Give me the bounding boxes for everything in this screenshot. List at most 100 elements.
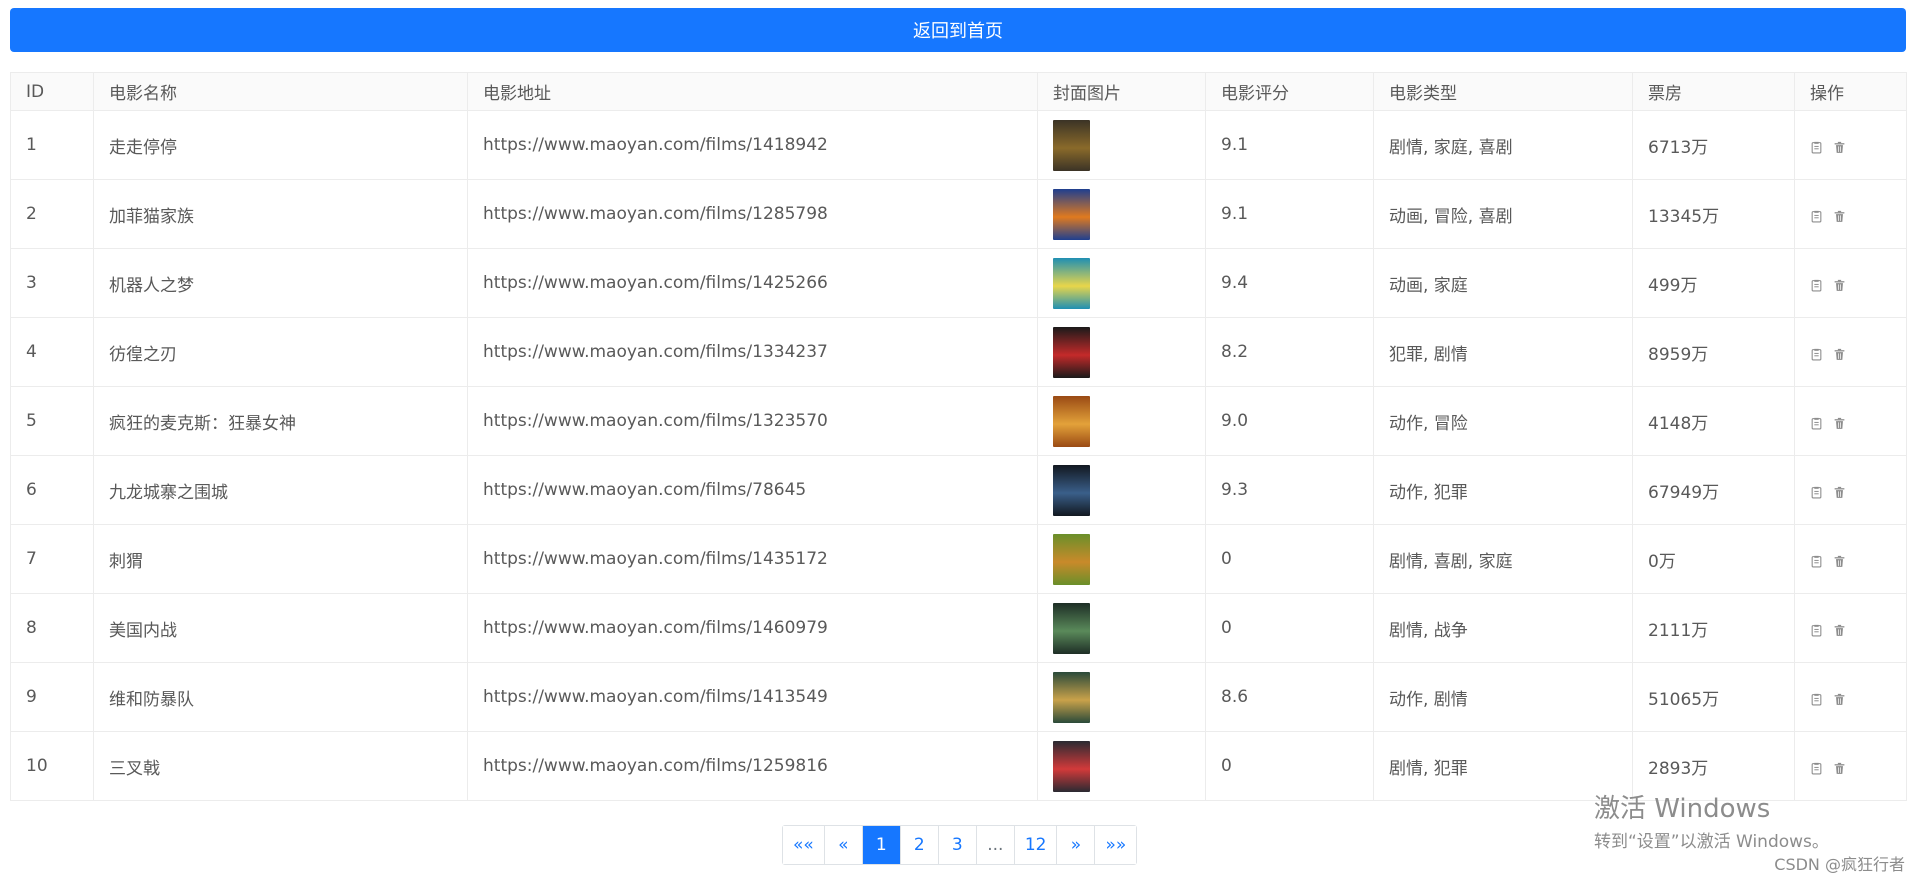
cell-movie-type: 剧情, 战争: [1373, 593, 1633, 663]
poster-image: [1053, 188, 1090, 240]
cell-movie-url: https://www.maoyan.com/films/1259816: [467, 731, 1038, 801]
delete-icon[interactable]: [1833, 346, 1846, 360]
cell-box-office: 499万: [1632, 248, 1795, 318]
poster-image: [1053, 671, 1090, 723]
header-box-office: 票房: [1632, 72, 1795, 111]
cell-score: 9.1: [1205, 110, 1374, 180]
poster-image: [1053, 533, 1090, 585]
cell-score: 9.1: [1205, 179, 1374, 249]
edit-icon[interactable]: [1810, 760, 1823, 774]
header-movie-name: 电影名称: [93, 72, 468, 111]
cell-box-office: 6713万: [1632, 110, 1795, 180]
cell-movie-type: 动作, 犯罪: [1373, 455, 1633, 525]
cell-cover: [1037, 179, 1206, 249]
cell-id: 5: [10, 386, 94, 456]
cell-cover: [1037, 386, 1206, 456]
page-3-button[interactable]: 3: [938, 826, 977, 864]
delete-icon[interactable]: [1833, 415, 1846, 429]
cell-movie-type: 动画, 家庭: [1373, 248, 1633, 318]
table-row: 6 九龙城寨之围城 https://www.maoyan.com/films/786…: [10, 455, 1907, 525]
back-to-home-button[interactable]: 返回到首页: [10, 8, 1906, 52]
cell-id: 1: [10, 110, 94, 180]
cell-id: 7: [10, 524, 94, 594]
page-12-button[interactable]: 12: [1014, 826, 1058, 864]
cell-cover: [1037, 317, 1206, 387]
cell-movie-name: 走走停停: [93, 110, 468, 180]
cell-movie-url: https://www.maoyan.com/films/1435172: [467, 524, 1038, 594]
cell-movie-url: https://www.maoyan.com/films/1418942: [467, 110, 1038, 180]
cell-movie-name: 美国内战: [93, 593, 468, 663]
poster-image: [1053, 119, 1090, 171]
cell-cover: [1037, 731, 1206, 801]
cell-score: 9.0: [1205, 386, 1374, 456]
delete-icon[interactable]: [1833, 691, 1846, 705]
delete-icon[interactable]: [1833, 277, 1846, 291]
cell-movie-type: 动作, 剧情: [1373, 662, 1633, 732]
cell-score: 8.2: [1205, 317, 1374, 387]
cell-box-office: 51065万: [1632, 662, 1795, 732]
header-id: ID: [10, 72, 94, 111]
header-actions: 操作: [1794, 72, 1907, 111]
watermark-title: 激活 Windows: [1594, 794, 1771, 824]
cell-actions: [1794, 593, 1907, 663]
delete-icon[interactable]: [1833, 760, 1846, 774]
cell-actions: [1794, 386, 1907, 456]
table-row: 2 加菲猫家族 https://www.maoyan.com/films/12857…: [10, 179, 1907, 249]
delete-icon[interactable]: [1833, 622, 1846, 636]
page-first-button[interactable]: ««: [783, 826, 825, 864]
edit-icon[interactable]: [1810, 139, 1823, 153]
cell-movie-name: 九龙城寨之围城: [93, 455, 468, 525]
edit-icon[interactable]: [1810, 484, 1823, 498]
page-next-button[interactable]: »: [1057, 826, 1096, 864]
cell-box-office: 67949万: [1632, 455, 1795, 525]
page-last-button[interactable]: »»: [1095, 826, 1137, 864]
edit-icon[interactable]: [1810, 691, 1823, 705]
edit-icon[interactable]: [1810, 346, 1823, 360]
delete-icon[interactable]: [1833, 139, 1846, 153]
poster-image: [1053, 395, 1090, 447]
edit-icon[interactable]: [1810, 415, 1823, 429]
watermark-subtitle: 转到“设置”以激活 Windows。: [1594, 832, 1829, 852]
table-header-row: ID 电影名称 电影地址 封面图片 电影评分 电影类型 票房 操作: [10, 72, 1907, 111]
cell-actions: [1794, 455, 1907, 525]
cell-cover: [1037, 662, 1206, 732]
cell-movie-type: 剧情, 喜剧, 家庭: [1373, 524, 1633, 594]
cell-id: 6: [10, 455, 94, 525]
poster-image: [1053, 740, 1090, 792]
csdn-credit: CSDN @疯狂行者: [1774, 855, 1905, 874]
page-1-button[interactable]: 1: [862, 826, 901, 864]
row-actions: [1810, 208, 1906, 222]
cell-score: 0: [1205, 593, 1374, 663]
table-row: 8 美国内战 https://www.maoyan.com/films/146097…: [10, 593, 1907, 663]
row-actions: [1810, 415, 1906, 429]
edit-icon[interactable]: [1810, 277, 1823, 291]
movie-table: ID 电影名称 电影地址 封面图片 电影评分 电影类型 票房 操作 1 走走停停 h…: [10, 72, 1907, 801]
delete-icon[interactable]: [1833, 208, 1846, 222]
cell-id: 9: [10, 662, 94, 732]
cell-movie-url: https://www.maoyan.com/films/1413549: [467, 662, 1038, 732]
cell-actions: [1794, 179, 1907, 249]
edit-icon[interactable]: [1810, 622, 1823, 636]
cell-cover: [1037, 110, 1206, 180]
page-prev-button[interactable]: «: [824, 826, 863, 864]
cell-score: 9.4: [1205, 248, 1374, 318]
delete-icon[interactable]: [1833, 553, 1846, 567]
row-actions: [1810, 277, 1906, 291]
cell-movie-type: 剧情, 家庭, 喜剧: [1373, 110, 1633, 180]
row-actions: [1810, 346, 1906, 360]
edit-icon[interactable]: [1810, 553, 1823, 567]
windows-activation-watermark: 激活 Windows 转到“设置”以激活 Windows。: [1594, 788, 1829, 852]
cell-movie-name: 彷徨之刃: [93, 317, 468, 387]
row-actions: [1810, 139, 1906, 153]
delete-icon[interactable]: [1833, 484, 1846, 498]
cell-movie-type: 动画, 冒险, 喜剧: [1373, 179, 1633, 249]
cell-actions: [1794, 317, 1907, 387]
page-2-button[interactable]: 2: [900, 826, 939, 864]
edit-icon[interactable]: [1810, 208, 1823, 222]
cell-box-office: 0万: [1632, 524, 1795, 594]
cell-id: 4: [10, 317, 94, 387]
cell-score: 0: [1205, 524, 1374, 594]
header-cover-image: 封面图片: [1037, 72, 1206, 111]
table-row: 9 维和防暴队 https://www.maoyan.com/films/14135…: [10, 662, 1907, 732]
row-actions: [1810, 553, 1906, 567]
